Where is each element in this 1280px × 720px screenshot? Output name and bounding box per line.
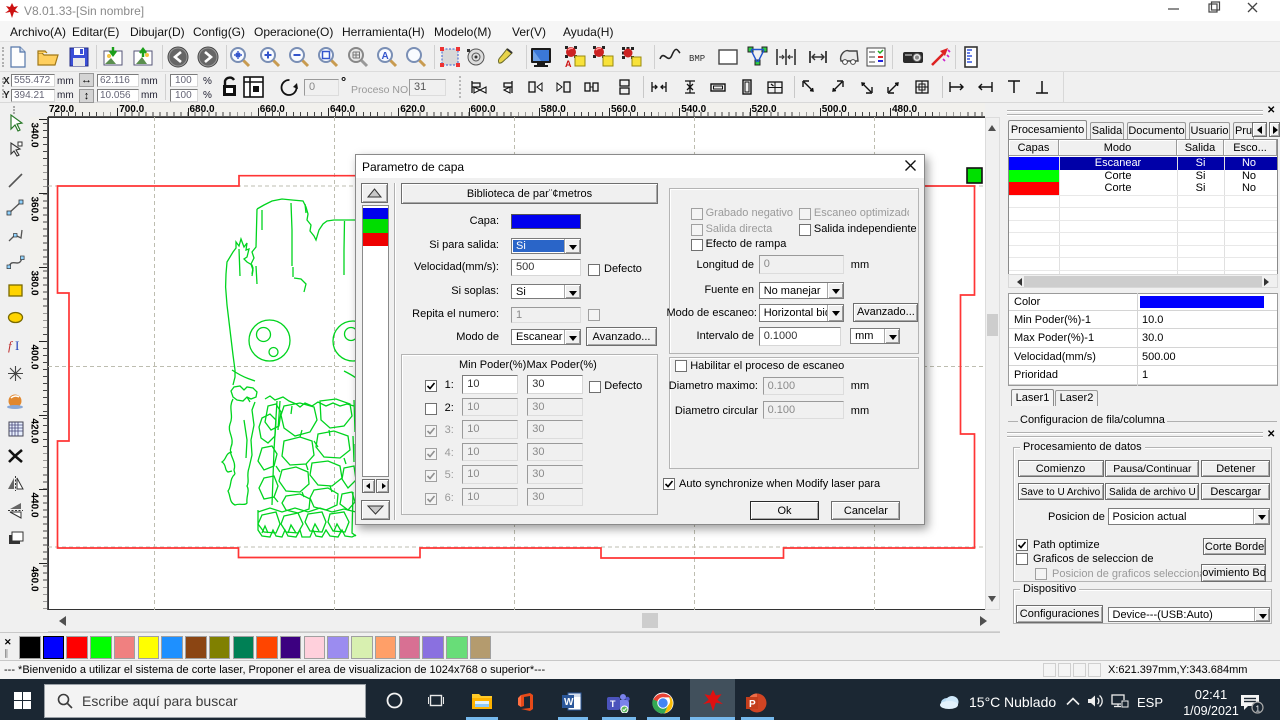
svg-text:1: 1 <box>1256 705 1261 714</box>
svg-text:I: I <box>15 338 19 353</box>
svg-text:f: f <box>8 338 14 353</box>
svg-text:BMP: BMP <box>689 54 705 64</box>
svg-text:A: A <box>565 59 572 69</box>
svg-text:P: P <box>749 699 756 710</box>
svg-text:A: A <box>382 51 389 62</box>
svg-text:T: T <box>610 699 616 709</box>
svg-text:W: W <box>564 697 574 708</box>
